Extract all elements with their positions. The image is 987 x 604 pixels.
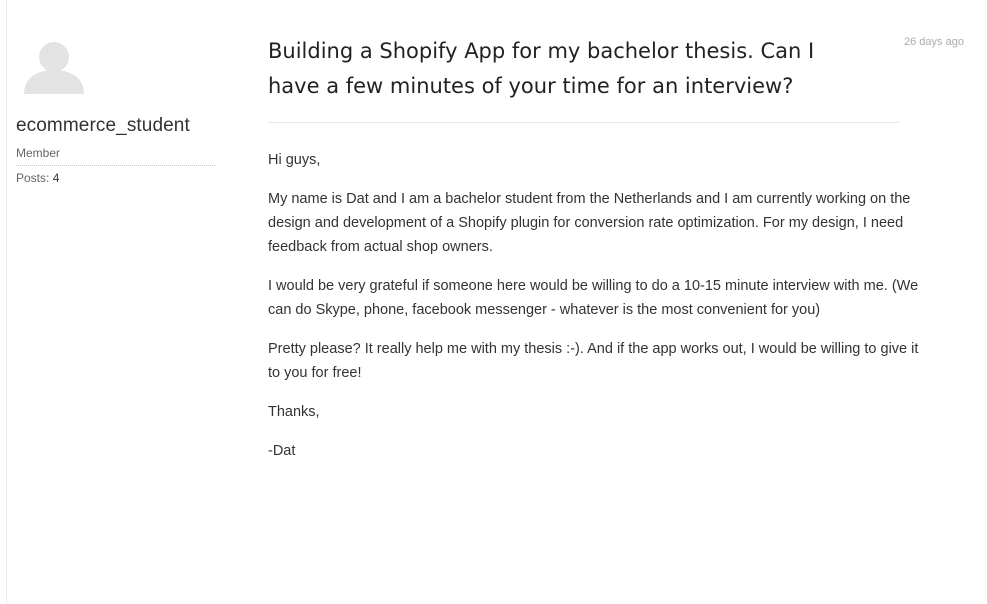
title-divider (268, 122, 899, 123)
post-title: Building a Shopify App for my bachelor t… (268, 39, 815, 98)
author-posts: Posts: 4 (16, 171, 59, 185)
post-paragraph: -Dat (268, 443, 296, 459)
avatar[interactable] (20, 38, 90, 94)
default-user-avatar-icon (20, 38, 90, 94)
post-paragraph: Thanks, (268, 404, 320, 420)
post-paragraph: Hi guys, (268, 152, 321, 168)
post-paragraph: I would be very grateful if someone here… (268, 278, 919, 318)
left-border (6, 0, 7, 604)
post-timestamp[interactable]: 26 days ago (904, 36, 964, 48)
author-username[interactable]: ecommerce_student (16, 115, 190, 137)
post-paragraph: My name is Dat and I am a bachelor stude… (268, 191, 911, 255)
posts-label: Posts: (16, 171, 50, 185)
author-role: Member (16, 146, 215, 166)
posts-count: 4 (52, 171, 60, 185)
post-body: Hi guys, My name is Dat and I am a bache… (268, 148, 933, 478)
post-paragraph: Pretty please? It really help me with my… (268, 341, 919, 381)
